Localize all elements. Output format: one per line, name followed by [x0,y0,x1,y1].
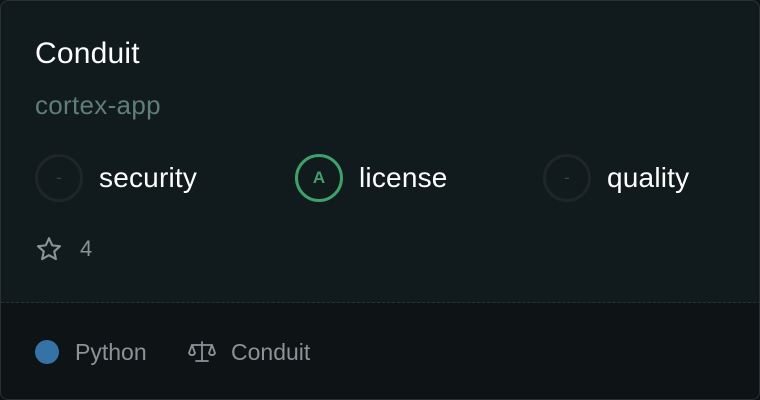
score-quality[interactable]: - quality [543,154,689,202]
license-info[interactable]: Conduit [188,339,310,365]
star-icon [36,237,62,261]
license-grade-badge: A [295,154,343,202]
language-color-dot [35,340,59,364]
security-grade-badge: - [35,154,83,202]
card-footer: Python Conduit [1,303,759,399]
quality-grade-badge: - [543,154,591,202]
scale-icon [188,341,216,362]
repo-title[interactable]: Conduit [35,35,140,73]
license-name: Conduit [231,338,311,365]
license-label: license [359,162,448,193]
repo-owner[interactable]: cortex-app [35,88,161,122]
score-row: - security A license - quality [35,154,735,202]
score-license[interactable]: A license [295,154,448,202]
quality-label: quality [607,162,690,193]
language-info: Python [35,339,147,365]
star-count[interactable]: 4 [35,233,92,265]
score-security[interactable]: - security [35,154,197,202]
stars-count-value: 4 [80,236,93,261]
repo-card[interactable]: Conduit cortex-app - security A license … [0,0,760,400]
language-name: Python [75,338,147,365]
security-label: security [99,162,198,193]
